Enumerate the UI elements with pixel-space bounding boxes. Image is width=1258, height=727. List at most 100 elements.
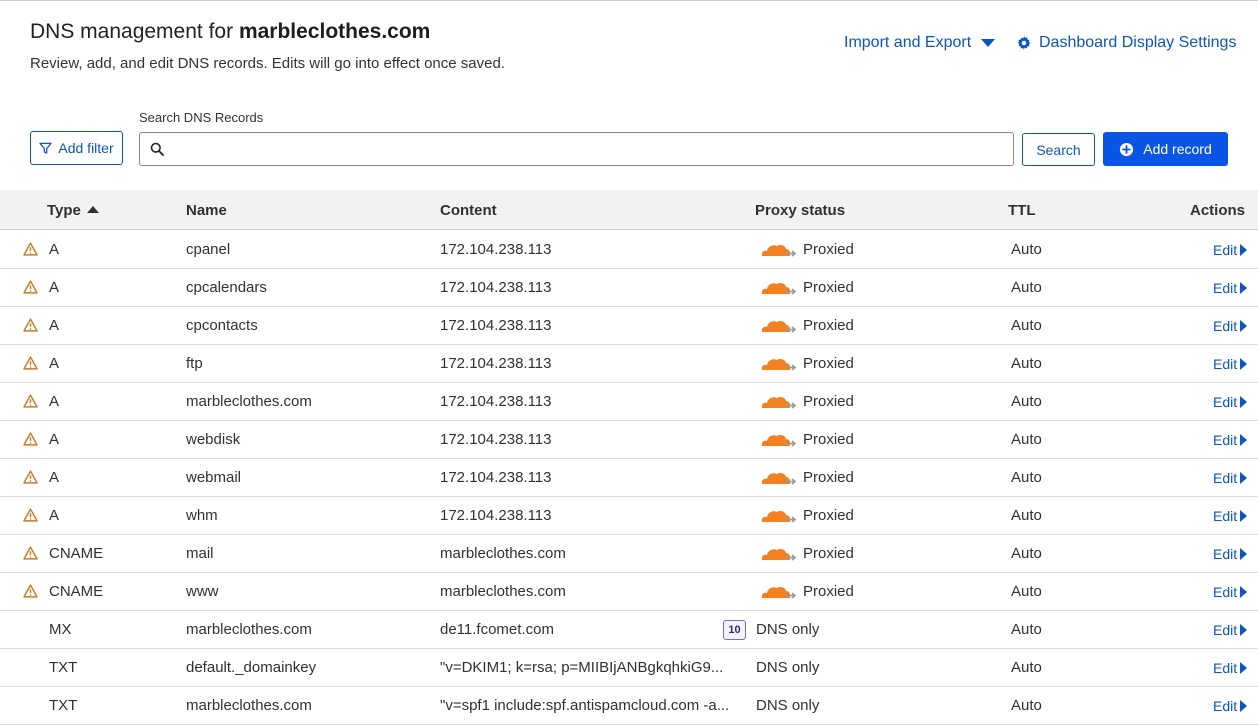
record-ttl: Auto: [1011, 241, 1042, 258]
edit-record-button[interactable]: Edit: [1213, 698, 1248, 714]
table-row: Awebdisk 172.104.238.113 Proxied Auto Edit: [0, 421, 1258, 459]
proxy-status: Proxied: [803, 507, 854, 524]
page-subtitle: Review, add, and edit DNS records. Edits…: [30, 55, 505, 72]
record-content: 172.104.238.113: [440, 279, 552, 296]
chevron-right-icon: [1240, 282, 1248, 294]
chevron-right-icon: [1240, 548, 1248, 560]
edit-record-button[interactable]: Edit: [1213, 242, 1248, 258]
record-name: marbleclothes.com: [186, 621, 312, 638]
column-content: Content: [440, 202, 497, 219]
edit-label: Edit: [1213, 356, 1238, 372]
edit-label: Edit: [1213, 584, 1238, 600]
proxy-status: Proxied: [803, 355, 854, 372]
chevron-right-icon: [1240, 434, 1248, 446]
search-input[interactable]: [172, 134, 1013, 164]
proxied-cloud-icon: [757, 469, 797, 491]
import-export-link[interactable]: Import and Export: [844, 34, 996, 52]
dashboard-settings-link[interactable]: Dashboard Display Settings: [1017, 34, 1236, 52]
table-row: Acpcontacts 172.104.238.113 Proxied Auto Edi…: [0, 307, 1258, 345]
record-name: cpcalendars: [186, 279, 267, 296]
table-row: Awebmail 172.104.238.113 Proxied Auto Edit: [0, 459, 1258, 497]
warning-icon: [23, 318, 38, 336]
proxy-status: Proxied: [803, 393, 854, 410]
table-row: Amarbleclothes.com 172.104.238.113 Proxied…: [0, 383, 1258, 421]
record-type: A: [49, 393, 60, 410]
search-field[interactable]: [139, 132, 1014, 166]
record-name: whm: [186, 507, 218, 524]
record-type: TXT: [49, 697, 78, 714]
add-filter-button[interactable]: Add filter: [30, 131, 123, 165]
table-header: Type Name Content Proxy status TTL Actio…: [0, 190, 1258, 230]
warning-icon: [23, 280, 38, 298]
edit-record-button[interactable]: Edit: [1213, 394, 1248, 410]
chevron-right-icon: [1240, 510, 1248, 522]
edit-record-button[interactable]: Edit: [1213, 280, 1248, 296]
record-name: default._domainkey: [186, 659, 317, 676]
column-proxy-status: Proxy status: [755, 202, 846, 219]
record-name: www: [186, 583, 219, 600]
edit-label: Edit: [1213, 698, 1238, 714]
record-ttl: Auto: [1011, 393, 1042, 410]
record-name: cpanel: [186, 241, 231, 258]
edit-record-button[interactable]: Edit: [1213, 546, 1248, 562]
edit-label: Edit: [1213, 394, 1238, 410]
chevron-right-icon: [1240, 586, 1248, 598]
proxy-status: Proxied: [803, 431, 854, 448]
record-content: de11.fcomet.com: [440, 621, 554, 638]
edit-record-button[interactable]: Edit: [1213, 318, 1248, 334]
record-type: CNAME: [49, 545, 104, 562]
record-ttl: Auto: [1011, 507, 1042, 524]
record-name: mail: [186, 545, 214, 562]
edit-record-button[interactable]: Edit: [1213, 660, 1248, 676]
proxied-cloud-icon: [757, 279, 797, 301]
add-record-button[interactable]: Add record: [1103, 132, 1228, 166]
proxy-status: Proxied: [803, 469, 854, 486]
record-content: marbleclothes.com: [440, 545, 566, 562]
warning-icon: [23, 546, 38, 564]
record-name: webmail: [186, 469, 242, 486]
record-name: marbleclothes.com: [186, 393, 312, 410]
plus-circle-icon: [1119, 142, 1134, 157]
record-content: 172.104.238.113: [440, 317, 552, 334]
proxied-cloud-icon: [757, 355, 797, 377]
record-name: marbleclothes.com: [186, 697, 312, 714]
add-filter-label: Add filter: [58, 140, 114, 156]
proxy-status: Proxied: [803, 241, 854, 258]
page-title: DNS management for marbleclothes.com: [30, 20, 431, 43]
edit-record-button[interactable]: Edit: [1213, 356, 1248, 372]
search-button[interactable]: Search: [1022, 133, 1095, 166]
record-ttl: Auto: [1011, 697, 1042, 714]
record-name: ftp: [186, 355, 203, 372]
warning-icon: [23, 356, 38, 374]
edit-record-button[interactable]: Edit: [1213, 584, 1248, 600]
import-export-label: Import and Export: [844, 34, 972, 51]
proxy-status: Proxied: [803, 279, 854, 296]
edit-label: Edit: [1213, 546, 1238, 562]
proxy-status: DNS only: [756, 659, 820, 676]
edit-record-button[interactable]: Edit: [1213, 432, 1248, 448]
chevron-right-icon: [1240, 396, 1248, 408]
edit-label: Edit: [1213, 242, 1238, 258]
record-ttl: Auto: [1011, 583, 1042, 600]
record-ttl: Auto: [1011, 355, 1042, 372]
record-type: A: [49, 279, 60, 296]
chevron-right-icon: [1240, 320, 1248, 332]
dashboard-settings-label: Dashboard Display Settings: [1039, 34, 1237, 51]
add-record-label: Add record: [1143, 141, 1212, 157]
edit-record-button[interactable]: Edit: [1213, 622, 1248, 638]
table-row: TXT marbleclothes.com "v=spf1 include:spf.…: [0, 687, 1258, 725]
table-row: Awhm 172.104.238.113 Proxied Auto Edit: [0, 497, 1258, 535]
chevron-right-icon: [1240, 700, 1248, 712]
record-ttl: Auto: [1011, 279, 1042, 296]
column-type[interactable]: Type: [47, 202, 99, 219]
record-content: marbleclothes.com: [440, 583, 566, 600]
record-content: 172.104.238.113: [440, 469, 552, 486]
edit-label: Edit: [1213, 508, 1238, 524]
record-content: "v=DKIM1; k=rsa; p=MIIBIjANBgkqhkiG9...: [440, 659, 724, 676]
record-content: "v=spf1 include:spf.antispamcloud.com -a…: [440, 697, 730, 714]
record-type: MX: [49, 621, 72, 638]
proxied-cloud-icon: [757, 393, 797, 415]
edit-record-button[interactable]: Edit: [1213, 470, 1248, 486]
edit-record-button[interactable]: Edit: [1213, 508, 1248, 524]
table-row: MX marbleclothes.com de11.fcomet.com 10 DNS …: [0, 611, 1258, 649]
